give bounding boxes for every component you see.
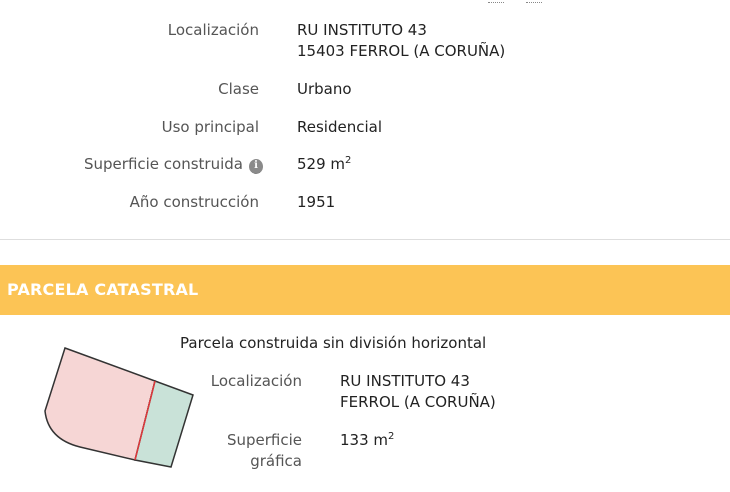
parcela-superficie-label-line1: Superficie [226, 431, 302, 449]
parcela-localizacion-line1: RU INSTITUTO 43 [340, 372, 470, 390]
superficie-label: Superficie construida i [84, 154, 263, 175]
section-divider [0, 239, 730, 240]
top-mark-right [526, 0, 542, 3]
clase-label: Clase [218, 80, 259, 98]
superficie-value-text: 529 m [297, 155, 346, 173]
parcela-localizacion-line2: FERROL (A CORUÑA) [340, 393, 496, 411]
parcela-type: Parcela construida sin división horizont… [180, 334, 487, 352]
superficie-unit-sup: 2 [345, 155, 352, 166]
parcela-localizacion-label: Localización [210, 372, 302, 390]
localizacion-label: Localización [167, 21, 259, 39]
uso-value: Residencial [297, 118, 382, 136]
parcela-superficie-unit-sup: 2 [388, 431, 395, 442]
uso-label: Uso principal [161, 118, 259, 136]
parcela-title: PARCELA CATASTRAL [7, 280, 199, 299]
ano-value: 1951 [297, 193, 336, 211]
localizacion-line2: 15403 FERROL (A CORUÑA) [297, 42, 506, 60]
localizacion-value: RU INSTITUTO 43 15403 FERROL (A CORUÑA) [297, 20, 505, 62]
top-mark-left [488, 0, 504, 3]
info-circle-icon[interactable]: i [249, 159, 263, 174]
parcela-header: PARCELA CATASTRAL [0, 265, 730, 315]
parcela-superficie-value: 133 m2 [340, 430, 394, 451]
parcela-superficie-value-text: 133 m [340, 431, 389, 449]
parcela-superficie-label-line2: gráfica [250, 452, 302, 470]
parcela-superficie-label: Superficie gráfica [227, 430, 302, 472]
superficie-value: 529 m2 [297, 154, 351, 175]
parcel-sketch [44, 347, 194, 468]
clase-value: Urbano [297, 80, 352, 98]
superficie-label-text: Superficie construida [84, 155, 243, 173]
localizacion-line1: RU INSTITUTO 43 [297, 21, 427, 39]
parcela-localizacion-value: RU INSTITUTO 43 FERROL (A CORUÑA) [340, 371, 496, 413]
ano-label: Año construcción [129, 193, 259, 211]
